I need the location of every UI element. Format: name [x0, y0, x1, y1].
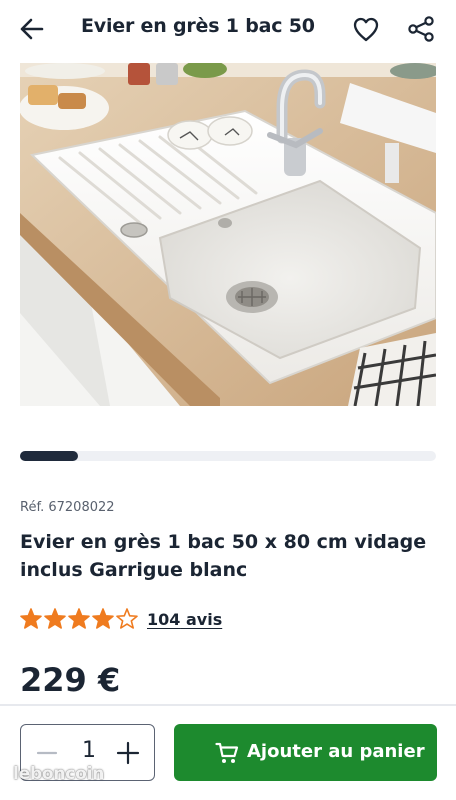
product-price: 229 € — [20, 661, 121, 699]
quantity-value[interactable]: 1 — [71, 738, 107, 763]
star-filled-icon — [68, 608, 90, 629]
reviews-count: 104 — [147, 610, 181, 629]
gallery-progress — [20, 451, 436, 461]
ref-label: Réf. — [20, 500, 45, 515]
star-filled-icon — [44, 608, 66, 629]
leboncoin-watermark: leboncoin — [13, 764, 105, 784]
share-icon[interactable] — [405, 14, 437, 44]
star-filled-icon — [20, 608, 42, 629]
reviews-link[interactable]: 104 avis — [147, 610, 222, 629]
cart-icon — [215, 742, 239, 763]
heart-icon[interactable] — [350, 14, 382, 44]
product-image[interactable] — [20, 63, 436, 406]
minus-icon[interactable] — [33, 739, 61, 767]
product-title: Evier en grès 1 bac 50 x 80 cm vidage in… — [20, 531, 427, 581]
top-bar: Evier en grès 1 bac 50 ... — [0, 0, 456, 58]
page-title: Evier en grès 1 bac 50 ... — [81, 15, 321, 37]
star-empty-icon — [116, 608, 138, 629]
add-to-cart-button[interactable]: Ajouter au panier — [174, 724, 437, 781]
rating-stars — [20, 608, 138, 629]
product-reference: Réf. 67208022 — [20, 500, 115, 515]
reviews-label: avis — [185, 610, 223, 629]
ref-value: 67208022 — [48, 500, 115, 515]
sink-illustration — [20, 63, 436, 406]
divider — [0, 704, 456, 706]
rating-row: 104 avis — [20, 607, 320, 633]
back-arrow-icon[interactable] — [14, 13, 48, 45]
plus-icon[interactable] — [114, 739, 142, 767]
star-filled-icon — [92, 608, 114, 629]
add-to-cart-label: Ajouter au panier — [247, 741, 425, 762]
gallery-progress-fill — [20, 451, 79, 461]
